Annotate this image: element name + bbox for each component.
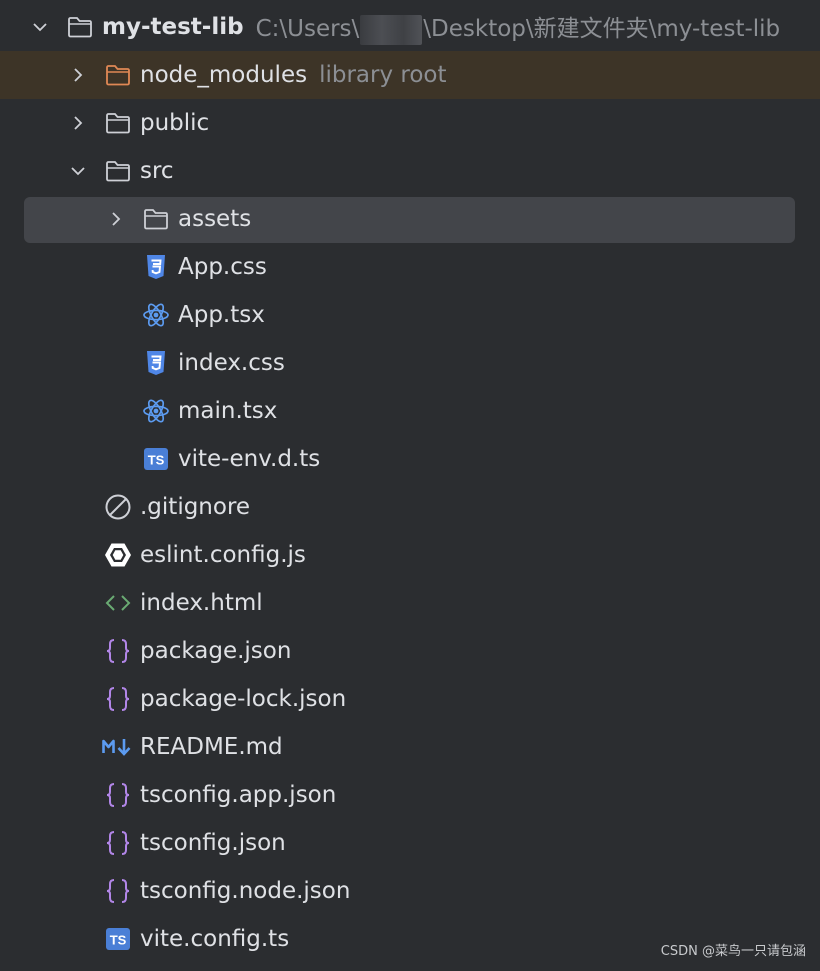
item-name: package.json: [140, 638, 292, 664]
root-path: C:\Users\ \Desktop\新建文件夹\my-test-lib: [255, 9, 781, 45]
item-name: node_modules: [140, 62, 308, 88]
item-name: .gitignore: [140, 494, 251, 520]
item-hint: library root: [319, 62, 447, 88]
item-name: App.tsx: [178, 302, 265, 328]
tree-row-index-html[interactable]: index.html: [0, 579, 820, 627]
tree-row-vite-env[interactable]: TS vite-env.d.ts: [0, 435, 820, 483]
folder-icon: [104, 157, 132, 185]
item-name: tsconfig.node.json: [140, 878, 351, 904]
folder-icon: [66, 13, 94, 41]
item-name: src: [140, 158, 174, 184]
root-path-prefix: C:\Users\: [255, 16, 360, 43]
json-file-icon: [104, 877, 132, 905]
folder-icon: [142, 205, 170, 233]
svg-text:TS: TS: [110, 933, 127, 948]
tree-row-tsconfig-app-json[interactable]: tsconfig.app.json: [0, 771, 820, 819]
react-file-icon: [142, 301, 170, 329]
eslint-file-icon: [104, 541, 132, 569]
tree-row-app-tsx[interactable]: App.tsx: [0, 291, 820, 339]
root-folder-name: my-test-lib: [102, 14, 244, 40]
css-file-icon: [142, 349, 170, 377]
markdown-file-icon: [102, 733, 134, 761]
json-file-icon: [104, 781, 132, 809]
chevron-down-icon[interactable]: [28, 15, 52, 39]
tree-row-gitignore[interactable]: .gitignore: [0, 483, 820, 531]
tree-row-readme[interactable]: README.md: [0, 723, 820, 771]
typescript-file-icon: TS: [104, 925, 132, 953]
tree-row-src[interactable]: src: [0, 147, 820, 195]
item-name: tsconfig.app.json: [140, 782, 337, 808]
tree-row-tsconfig-json[interactable]: tsconfig.json: [0, 819, 820, 867]
tree-row-package-json[interactable]: package.json: [0, 627, 820, 675]
tree-row-package-lock-json[interactable]: package-lock.json: [0, 675, 820, 723]
item-name: main.tsx: [178, 398, 278, 424]
item-name: index.css: [178, 350, 285, 376]
item-name: tsconfig.json: [140, 830, 286, 856]
project-tree: my-test-lib C:\Users\ \Desktop\新建文件夹\my-t…: [0, 0, 820, 971]
item-name: README.md: [140, 734, 283, 760]
tree-row-index-css[interactable]: index.css: [0, 339, 820, 387]
item-name: App.css: [178, 254, 267, 280]
svg-text:TS: TS: [148, 453, 165, 468]
tree-row-app-css[interactable]: App.css: [0, 243, 820, 291]
chevron-right-icon[interactable]: [66, 111, 90, 135]
item-name: index.html: [140, 590, 263, 616]
chevron-right-icon[interactable]: [66, 63, 90, 87]
tree-row-eslint-config[interactable]: eslint.config.js: [0, 531, 820, 579]
root-path-suffix: \Desktop\新建文件夹\my-test-lib: [423, 16, 781, 43]
tree-row-assets[interactable]: assets: [0, 195, 820, 243]
item-name: package-lock.json: [140, 686, 347, 712]
item-name: eslint.config.js: [140, 542, 306, 568]
item-name: vite.config.ts: [140, 926, 290, 952]
folder-icon: [104, 109, 132, 137]
item-name: vite-env.d.ts: [178, 446, 321, 472]
chevron-down-icon[interactable]: [66, 159, 90, 183]
json-file-icon: [104, 829, 132, 857]
json-file-icon: [104, 637, 132, 665]
watermark: CSDN @菜鸟一只请包涵: [660, 944, 806, 959]
html-file-icon: [104, 589, 132, 617]
tree-row-node-modules[interactable]: node_modules library root: [0, 51, 820, 99]
tree-row-main-tsx[interactable]: main.tsx: [0, 387, 820, 435]
redacted-username: [360, 14, 423, 45]
json-file-icon: [104, 685, 132, 713]
css-file-icon: [142, 253, 170, 281]
folder-excluded-icon: [104, 61, 132, 89]
ignore-file-icon: [104, 493, 132, 521]
tree-row-public[interactable]: public: [0, 99, 820, 147]
chevron-right-icon[interactable]: [104, 207, 128, 231]
tree-row-tsconfig-node-json[interactable]: tsconfig.node.json: [0, 867, 820, 915]
tree-row-root[interactable]: my-test-lib C:\Users\ \Desktop\新建文件夹\my-t…: [0, 3, 820, 51]
typescript-file-icon: TS: [142, 445, 170, 473]
item-name: assets: [178, 206, 252, 232]
item-name: public: [140, 110, 210, 136]
react-file-icon: [142, 397, 170, 425]
